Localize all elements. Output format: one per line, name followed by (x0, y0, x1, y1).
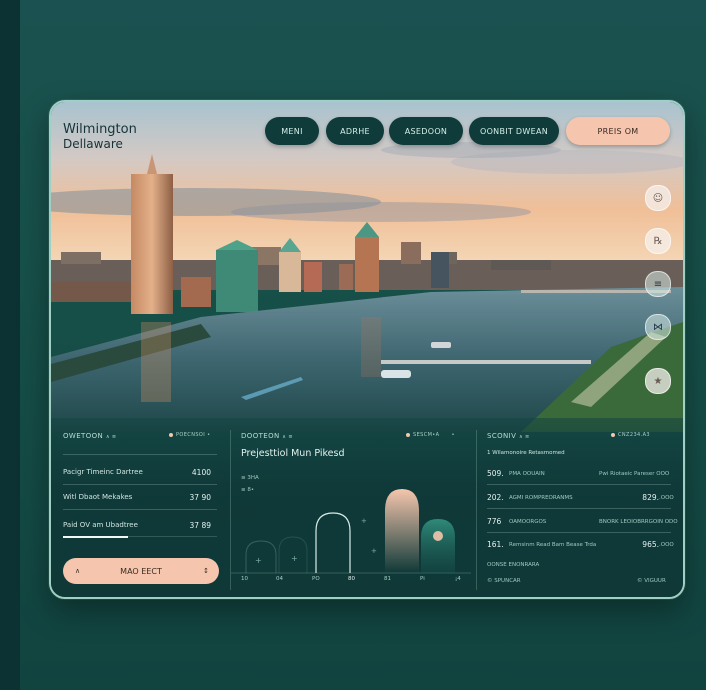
list-item-number: 776 (487, 517, 502, 526)
nav-asedoon-button[interactable]: ASEDOON (389, 117, 463, 145)
svg-text:+: + (361, 517, 367, 525)
chevron-up-icon: ∧ (75, 567, 81, 575)
divider (487, 484, 671, 485)
x-axis-label: 04 (276, 576, 283, 582)
svg-text:+: + (291, 554, 298, 563)
status-dot-icon (406, 432, 410, 437)
manage-button[interactable]: ∧ MAO EECT ↕ (63, 558, 219, 584)
x-axis-label: PO (312, 576, 320, 582)
list-item-desc: Remsinm Read Bam Bease Trda (509, 542, 597, 548)
dashboard-panel: Wilmington Dellaware MENI ADRHE ASEDOON … (49, 100, 685, 599)
scenic-footer-link[interactable]: © SPUNCAR (487, 578, 521, 584)
scenic-card-title: SCONIV ∧ ≡ (487, 432, 530, 440)
projection-card-status: SESCM•A • (406, 432, 455, 438)
x-axis-label: 81 (384, 576, 391, 582)
list-item-value-suffix: .OOO (659, 495, 674, 501)
nav-primary-button[interactable]: PREIS OM (566, 117, 670, 145)
x-axis-label: Pi (420, 576, 425, 582)
svg-text:+: + (255, 556, 262, 565)
overview-row-value: 37 89 (189, 521, 211, 530)
scenic-footer-label: OONSE ENONRARA (487, 562, 540, 568)
list-item-desc: OAMOORGOS (509, 519, 547, 525)
scenic-card-status: CNZ234.A3 (611, 432, 650, 438)
projection-title: Prejesttiol Mun Pikesd (241, 448, 345, 459)
overview-row-label: Witl Dbaot Mekakes (63, 493, 133, 501)
scenic-card: SCONIV ∧ ≡ CNZ234.A3 1 Wilamonoire Retas… (477, 418, 683, 597)
scenic-subtitle: 1 Wilamonoire Retasmomed (487, 450, 565, 456)
sort-icon: ↕ (203, 567, 209, 575)
list-item-number: 202. (487, 493, 504, 502)
list-icon[interactable]: ≡ (645, 271, 671, 297)
overview-row-value: 37 90 (189, 493, 211, 502)
svg-text:+: + (371, 547, 377, 555)
brand: Wilmington Dellaware (63, 122, 137, 152)
list-item-right-desc: Pwi Riotaeic Pareser OOO (599, 471, 670, 477)
list-item-desc: PMA OOUAIN (509, 471, 545, 477)
overview-row-label: Pacigr Timeinc Dartree (63, 468, 143, 476)
brand-state: Dellaware (63, 137, 123, 151)
brand-city: Wilmington (63, 122, 137, 137)
x-axis-label: ¡4 (455, 576, 461, 582)
divider (487, 508, 671, 509)
status-dot-icon (169, 432, 173, 437)
list-item-value-suffix: .OOO (659, 542, 674, 548)
projection-card-title: DOOTEON ∧ ≡ (241, 432, 293, 440)
overview-card-status: POECNSOI • (169, 432, 211, 438)
overview-card-title: OWETOON ∧ ≡ (63, 432, 117, 440)
x-axis-label: 10 (241, 576, 248, 582)
list-item-number: 161. (487, 540, 504, 549)
overview-card: OWETOON ∧ ≡ POECNSOI • Pacigr Timeinc Da… (51, 418, 229, 597)
scenic-footer-link[interactable]: © VIGUUR (637, 578, 666, 584)
overview-row-label: Paid OV am Ubadtree (63, 521, 138, 529)
nav-menu-button[interactable]: MENI (265, 117, 319, 145)
list-item-value: 829. (642, 493, 659, 502)
status-dot-icon (611, 432, 615, 437)
list-item-right-desc: BNORK LEOIOBRRGOIN ODO (599, 519, 678, 525)
overview-row-value: 4100 (191, 468, 211, 477)
progress-fill (63, 536, 128, 538)
window-edge (0, 0, 20, 690)
info-cards: OWETOON ∧ ≡ POECNSOI • Pacigr Timeinc Da… (51, 418, 683, 597)
user-icon[interactable]: ℞ (645, 228, 671, 254)
nav-oonbit-button[interactable]: OONBIT DWEAN (469, 117, 559, 145)
projection-card: DOOTEON ∧ ≡ SESCM•A • Prejesttiol Mun Pi… (231, 418, 471, 597)
projection-chart: + + + + (231, 489, 471, 574)
share-icon[interactable]: ⋈ (645, 314, 671, 340)
divider (487, 532, 671, 533)
x-axis-label: 80 (348, 576, 355, 582)
nav-adrhe-button[interactable]: ADRHE (326, 117, 384, 145)
person-icon[interactable]: ☺ (645, 185, 671, 211)
list-item-number: 509. (487, 469, 504, 478)
divider (63, 454, 217, 455)
divider (63, 509, 217, 510)
divider (63, 484, 217, 485)
bell-icon[interactable]: ★ (645, 368, 671, 394)
list-item-desc: AGMI ROMPREORANMS (509, 495, 573, 501)
list-item-value: 965. (642, 540, 659, 549)
